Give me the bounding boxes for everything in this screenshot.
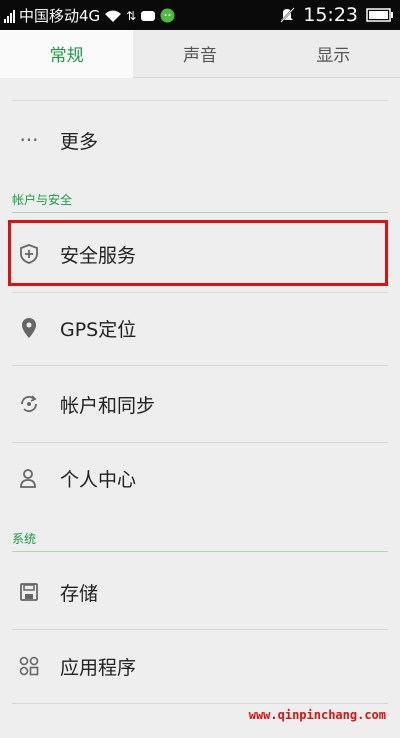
section-divider bbox=[12, 212, 388, 213]
signal-icon bbox=[4, 9, 15, 23]
sync-icon bbox=[18, 393, 40, 415]
menu-item-storage[interactable]: 存储 bbox=[0, 564, 400, 620]
divider bbox=[12, 629, 388, 630]
menu-item-gps[interactable]: GPS定位 bbox=[0, 300, 400, 356]
more-dots-icon: ··· bbox=[19, 128, 39, 152]
menu-item-label: 应用程序 bbox=[60, 656, 137, 679]
apps-grid-icon bbox=[18, 655, 40, 677]
status-bar: 中国移动4G ⇅ 15:23 bbox=[0, 0, 400, 30]
carrier-label: 中国移动4G bbox=[19, 7, 101, 25]
wifi-icon bbox=[105, 10, 122, 22]
menu-item-label: 个人中心 bbox=[60, 468, 137, 491]
menu-item-label: GPS定位 bbox=[60, 318, 137, 341]
message-icon bbox=[141, 10, 156, 21]
watermark: www.qinpinchang.com bbox=[248, 708, 386, 722]
divider bbox=[12, 365, 388, 366]
divider bbox=[12, 442, 388, 443]
section-header-system: 系统 bbox=[12, 532, 37, 546]
divider bbox=[12, 292, 388, 293]
menu-item-more[interactable]: ··· 更多 bbox=[0, 116, 400, 164]
tab-display[interactable]: 显示 bbox=[266, 30, 400, 78]
menu-item-apps[interactable]: 应用程序 bbox=[0, 638, 400, 694]
menu-item-label: 帐户和同步 bbox=[60, 394, 156, 417]
tab-general[interactable]: 常规 bbox=[0, 30, 134, 78]
location-pin-icon bbox=[18, 317, 40, 339]
floppy-disk-icon bbox=[18, 581, 40, 603]
user-icon bbox=[18, 467, 40, 489]
menu-item-label: 存储 bbox=[60, 582, 99, 605]
menu-item-account-sync[interactable]: 帐户和同步 bbox=[0, 376, 400, 432]
divider bbox=[12, 703, 388, 704]
wechat-icon bbox=[160, 8, 175, 23]
settings-tabs: 常规 声音 显示 bbox=[0, 30, 400, 78]
clock: 15:23 bbox=[303, 4, 358, 26]
section-divider bbox=[12, 551, 388, 552]
data-arrows-icon: ⇅ bbox=[126, 8, 137, 23]
menu-item-label: 更多 bbox=[60, 130, 99, 153]
battery-icon bbox=[366, 8, 393, 22]
tab-sound[interactable]: 声音 bbox=[133, 30, 267, 78]
section-header-account: 帐户与安全 bbox=[12, 193, 73, 207]
highlight-box bbox=[8, 220, 388, 286]
menu-item-personal-center[interactable]: 个人中心 bbox=[0, 450, 400, 506]
divider bbox=[12, 100, 388, 101]
silent-mode-icon bbox=[280, 7, 295, 23]
